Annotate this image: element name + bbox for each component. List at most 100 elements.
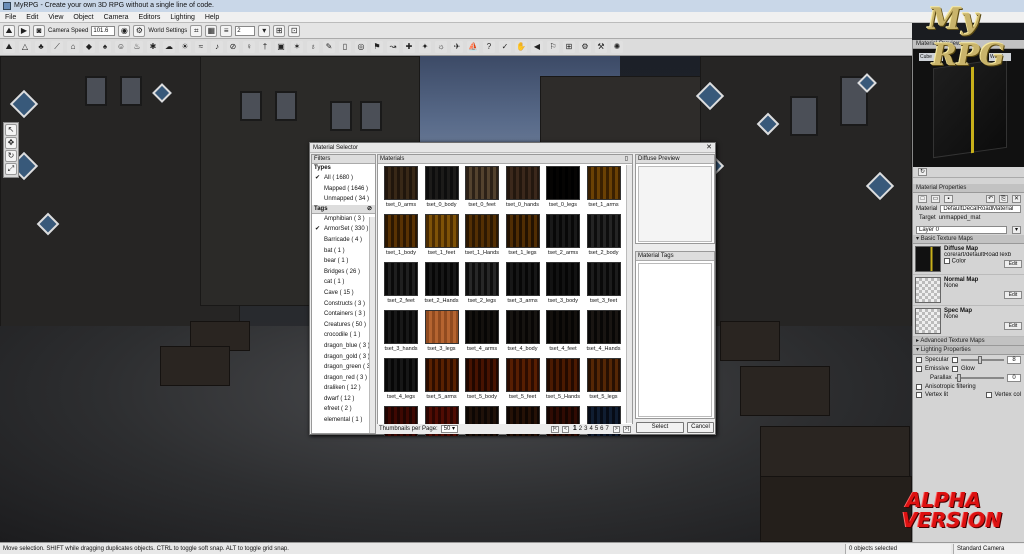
scroll-icon[interactable]: ✎: [323, 41, 335, 53]
table-icon[interactable]: ⊞: [563, 41, 575, 53]
tag-filter-item[interactable]: dragon_red ( 3 ): [312, 373, 375, 384]
menu-file[interactable]: File: [0, 12, 21, 22]
material-thumbnail-cell[interactable]: tset_2_feet: [381, 262, 421, 310]
material-thumbnail-cell[interactable]: tset_5_feet: [503, 358, 543, 406]
tag-filter-item[interactable]: dwarf ( 12 ): [312, 394, 375, 405]
revert-icon[interactable]: ↶: [986, 194, 995, 203]
page-number-link[interactable]: 7: [605, 424, 610, 434]
select-button[interactable]: Select: [636, 422, 684, 433]
tag-filter-item[interactable]: ArmorSet ( 330 ): [312, 224, 375, 235]
open-material-icon[interactable]: ▭: [931, 194, 940, 203]
parallax-value[interactable]: 0: [1007, 374, 1021, 382]
copy-icon[interactable]: ⎘: [999, 194, 1008, 203]
sound-icon[interactable]: ♪: [211, 41, 223, 53]
diffuse-edit-button[interactable]: Edit: [1004, 260, 1022, 268]
character-icon[interactable]: ☺: [115, 41, 127, 53]
tag-filter-item[interactable]: dragon_green ( 3: [312, 362, 375, 373]
material-thumbnail-cell[interactable]: tset_4_arms: [462, 310, 502, 358]
material-thumbnail-cell[interactable]: tset_0_hands: [503, 166, 543, 214]
material-thumbnail-cell[interactable]: tset_1_arms: [584, 166, 624, 214]
material-thumbnail-cell[interactable]: tset_4_feet: [543, 310, 583, 358]
tag-filter-item[interactable]: Cave ( 15 ): [312, 288, 375, 299]
specular-slider-handle[interactable]: [978, 356, 982, 364]
delete-icon[interactable]: ✕: [1012, 194, 1021, 203]
menu-lighting[interactable]: Lighting: [165, 12, 200, 22]
tree-icon[interactable]: ♣: [35, 41, 47, 53]
spawn-icon[interactable]: ✚: [403, 41, 415, 53]
material-thumbnail-cell[interactable]: tset_3_arms: [503, 262, 543, 310]
light-icon[interactable]: ✦: [419, 41, 431, 53]
sun-settings-icon[interactable]: ✺: [611, 41, 623, 53]
quest-icon[interactable]: ?: [483, 41, 495, 53]
tag-filter-item[interactable]: bear ( 1 ): [312, 256, 375, 267]
color-checkbox[interactable]: [944, 258, 950, 264]
emissive-checkbox[interactable]: [916, 366, 922, 372]
tag-filter-item[interactable]: Barricade ( 4 ): [312, 235, 375, 246]
parallax-slider[interactable]: [954, 374, 1004, 382]
refresh-icon[interactable]: ↻: [918, 168, 927, 176]
material-thumbnail-cell[interactable]: tset_2_legs: [462, 262, 502, 310]
lighting-properties-header[interactable]: ▾ Lighting Properties: [913, 346, 1024, 355]
anisotropic-checkbox[interactable]: [916, 384, 922, 390]
specular-color-swatch[interactable]: [951, 357, 958, 363]
tag-filter-item[interactable]: efreet ( 2 ): [312, 404, 375, 415]
hill-icon[interactable]: △: [19, 41, 31, 53]
normal-edit-button[interactable]: Edit: [1004, 291, 1022, 299]
material-tags-list[interactable]: [638, 263, 712, 417]
align-icon[interactable]: ≡: [220, 24, 233, 37]
menu-edit[interactable]: Edit: [21, 12, 43, 22]
menu-object[interactable]: Object: [68, 12, 98, 22]
path-icon[interactable]: ↝: [387, 41, 399, 53]
new-material-icon[interactable]: □: [918, 194, 927, 203]
gear-icon[interactable]: ⚙: [579, 41, 591, 53]
block-icon[interactable]: ⊘: [227, 41, 239, 53]
sun-icon[interactable]: ☀: [179, 41, 191, 53]
material-thumbnail-cell[interactable]: tset_3_body: [543, 262, 583, 310]
material-thumbnail-cell[interactable]: tset_3_hands: [381, 310, 421, 358]
menu-camera[interactable]: Camera: [99, 12, 134, 22]
grid-size-input[interactable]: 2: [235, 25, 256, 36]
bird-icon[interactable]: ✈: [451, 41, 463, 53]
material-thumbnail-cell[interactable]: tset_4_Hands: [584, 310, 624, 358]
snow-icon[interactable]: ✱: [147, 41, 159, 53]
measure-icon[interactable]: ⊞: [273, 24, 286, 37]
tag-filter-item[interactable]: crocodile ( 1 ): [312, 330, 375, 341]
tag-filter-item[interactable]: dragon_gold ( 3 ): [312, 352, 375, 363]
play-icon[interactable]: ▶: [18, 24, 30, 37]
water-icon[interactable]: ≈: [195, 41, 207, 53]
tag-filter-item[interactable]: elemental ( 1 ): [312, 415, 375, 426]
tag-filter-item[interactable]: bat ( 1 ): [312, 246, 375, 257]
material-thumbnail-cell[interactable]: tset_3_legs: [422, 310, 462, 358]
camera-speed-input[interactable]: 101.6: [91, 25, 116, 36]
tags-scrollbar[interactable]: [369, 217, 375, 433]
material-thumbnail-cell[interactable]: tset_2_body: [584, 214, 624, 262]
camera-mode[interactable]: Standard Camera: [953, 544, 1024, 554]
chest-icon[interactable]: ▣: [275, 41, 287, 53]
tag-filter-item[interactable]: cat ( 1 ): [312, 277, 375, 288]
speaker-icon[interactable]: ◀: [531, 41, 543, 53]
potion-icon[interactable]: ♁: [307, 41, 319, 53]
cancel-button[interactable]: Cancel: [687, 422, 714, 433]
spec-map-thumbnail[interactable]: [915, 308, 941, 334]
material-thumbnail-cell[interactable]: tset_5_body: [462, 358, 502, 406]
tag-filter-item[interactable]: Bridges ( 26 ): [312, 267, 375, 278]
portal-icon[interactable]: ◎: [355, 41, 367, 53]
type-filter-item[interactable]: Mapped ( 1646 ): [312, 184, 375, 195]
grid-icon[interactable]: ▦: [205, 24, 218, 37]
material-thumbnail-cell[interactable]: tset_4_body: [503, 310, 543, 358]
material-thumbnail-cell[interactable]: tset_4_legs: [381, 358, 421, 406]
world-settings-icon[interactable]: ⚙: [133, 24, 146, 37]
cloud-icon[interactable]: ☁: [163, 41, 175, 53]
bounds-icon[interactable]: ⊡: [288, 24, 301, 37]
parallax-slider-handle[interactable]: [957, 374, 962, 382]
material-thumbnail-cell[interactable]: tset_1_body: [381, 214, 421, 262]
door-icon[interactable]: ▯: [339, 41, 351, 53]
flag-icon[interactable]: ⚐: [547, 41, 559, 53]
material-thumbnail-cell[interactable]: tset_0_arms: [381, 166, 421, 214]
tag-filter-item[interactable]: Constructs ( 3 ): [312, 299, 375, 310]
menu-help[interactable]: Help: [200, 12, 224, 22]
type-filter-item[interactable]: Unmapped ( 34 ): [312, 194, 375, 205]
tag-filter-item[interactable]: draliken ( 12 ): [312, 383, 375, 394]
rotate-icon[interactable]: ↻: [5, 150, 17, 162]
menu-editors[interactable]: Editors: [134, 12, 166, 22]
